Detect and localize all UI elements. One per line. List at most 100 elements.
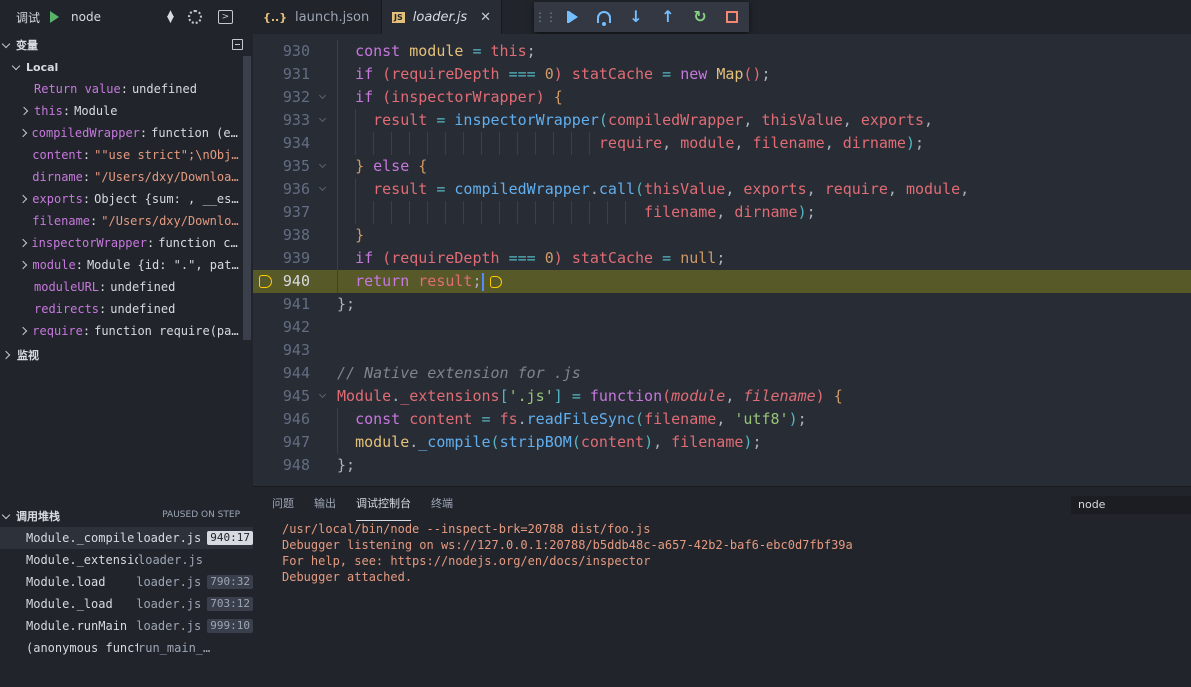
tab-debug-console[interactable]: 调试控制台 xyxy=(356,487,411,521)
variable-row[interactable]: redirects: undefined xyxy=(0,298,243,320)
restart-button[interactable]: ↻ xyxy=(684,2,716,32)
variables-section-header[interactable]: 变量 xyxy=(0,34,253,56)
variable-name: exports xyxy=(32,192,83,206)
paused-status: PAUSED ON STEP xyxy=(162,510,240,520)
call-stack-section-header[interactable]: 调用堆栈 PAUSED ON STEP xyxy=(0,505,253,527)
variables-scrollbar[interactable] xyxy=(243,56,251,340)
variable-row[interactable]: exports:Object {sum: , __esModu… xyxy=(0,188,243,210)
code-line: 945 Module._extensions['.js'] = function(… xyxy=(253,385,1191,408)
start-debugging-icon[interactable] xyxy=(50,11,60,23)
call-stack-title: 调用堆栈 xyxy=(16,510,60,523)
step-over-button[interactable] xyxy=(588,2,620,32)
stack-frame[interactable]: Module.runMain loader.js 999:10 xyxy=(0,615,253,637)
variable-row[interactable]: this: Module xyxy=(0,100,243,122)
restart-icon: ↻ xyxy=(693,7,707,26)
variable-row[interactable]: moduleURL: undefined xyxy=(0,276,243,298)
drag-grip-icon[interactable]: ⋮⋮ xyxy=(534,10,557,24)
code-line: 935 } else { xyxy=(253,155,1191,178)
chevron-right-icon[interactable] xyxy=(18,326,28,336)
variable-row[interactable]: require:function require(path) … xyxy=(0,320,243,342)
variable-row[interactable]: filename:"/Users/dxy/Downloads/… xyxy=(0,210,243,232)
code-line: 941}; xyxy=(253,293,1191,316)
variable-value: undefined xyxy=(110,302,176,316)
code-line: 939 if (requireDepth === 0) statCache = … xyxy=(253,247,1191,270)
step-out-button[interactable]: ↑ xyxy=(652,2,684,32)
line-number: 938 xyxy=(282,226,310,244)
stack-frame[interactable]: Module._compile loader.js 940:17 xyxy=(0,527,253,549)
chevron-down-icon xyxy=(1,39,11,48)
variable-row[interactable]: Return value: undefined xyxy=(0,78,243,100)
chevron-right-icon xyxy=(1,350,11,360)
line-number: 937 xyxy=(282,203,310,221)
console-line: Debugger listening on ws://127.0.0.1:207… xyxy=(282,538,853,552)
continue-button[interactable] xyxy=(556,2,588,32)
local-scope-header[interactable]: Local xyxy=(0,56,253,78)
launch-config-select[interactable]: node xyxy=(71,10,167,24)
frame-file: loader.js xyxy=(136,575,202,589)
console-line: Debugger attached. xyxy=(282,570,413,584)
variable-name: inspectorWrapper xyxy=(31,236,147,250)
frame-function: Module.load xyxy=(26,575,106,589)
inline-breakpoint-icon[interactable] xyxy=(489,275,502,288)
step-into-button[interactable]: ↓ xyxy=(620,2,652,32)
variable-name: this xyxy=(34,104,63,118)
tab-loader-js[interactable]: JS loader.js ✕ xyxy=(382,0,502,34)
variable-value: ""use strict";\nObject.… xyxy=(94,148,243,162)
code-line: 938 } xyxy=(253,224,1191,247)
variable-value: function require(path) … xyxy=(94,324,243,338)
variable-value: Module xyxy=(74,104,118,118)
collapse-all-icon[interactable] xyxy=(232,39,243,50)
tab-problems[interactable]: 问题 xyxy=(272,487,294,521)
tab-launch-json[interactable]: {..} launch.json xyxy=(253,0,382,34)
variable-row[interactable]: inspectorWrapper:function callA… xyxy=(0,232,243,254)
close-icon[interactable]: ✕ xyxy=(480,10,491,25)
line-number: 939 xyxy=(282,249,310,267)
stack-frame[interactable]: (anonymous function)run_main_… xyxy=(0,637,253,659)
local-scope-title: Local xyxy=(26,60,59,74)
continue-icon xyxy=(566,11,578,23)
select-arrows-icon[interactable]: ▲ ▼ xyxy=(167,10,174,25)
variable-row[interactable]: dirname:"/Users/dxy/Downloads/t… xyxy=(0,166,243,188)
tab-terminal[interactable]: 终端 xyxy=(431,487,453,521)
variable-row[interactable]: compiledWrapper:function (expor… xyxy=(0,122,243,144)
frame-position: 703:12 xyxy=(207,597,253,611)
code-editor[interactable]: 930 const module = this; 931 if (require… xyxy=(253,34,1191,486)
variable-row[interactable]: content:""use strict";\nObject.… xyxy=(0,144,243,166)
chevron-right-icon[interactable] xyxy=(18,238,27,248)
stack-frame[interactable]: Module.load loader.js 790:32 xyxy=(0,571,253,593)
json-file-icon: {..} xyxy=(263,10,288,24)
variable-value: Object {sum: , __esModu… xyxy=(94,192,243,206)
variable-value: Module {id: ".", path: "… xyxy=(86,258,243,272)
line-number: 935 xyxy=(282,157,310,175)
step-out-icon: ↑ xyxy=(661,7,675,26)
code-line: 932 if (inspectorWrapper) { xyxy=(253,86,1191,109)
stop-button[interactable] xyxy=(716,2,748,32)
frame-function: (anonymous function) xyxy=(26,641,138,655)
debug-console-icon[interactable]: > xyxy=(217,10,233,24)
chevron-right-icon[interactable] xyxy=(18,128,28,138)
stack-frame[interactable]: Module._extensions..jsloader.js xyxy=(0,549,253,571)
variable-row[interactable]: module:Module {id: ".", path: "… xyxy=(0,254,243,276)
line-number: 940 xyxy=(282,272,310,290)
console-line: /usr/local/bin/node --inspect-brk=20788 … xyxy=(282,522,651,536)
chevron-right-icon[interactable] xyxy=(18,194,28,204)
code-line: 944// Native extension for .js xyxy=(253,362,1191,385)
gear-icon[interactable] xyxy=(187,10,202,24)
variable-name: require xyxy=(32,324,83,338)
tab-label: loader.js xyxy=(412,9,468,25)
line-number: 930 xyxy=(282,42,310,60)
watch-title: 监视 xyxy=(17,349,39,362)
code-line: 947 module._compile(stripBOM(content), f… xyxy=(253,431,1191,454)
code-line: 948}; xyxy=(253,454,1191,477)
line-number: 941 xyxy=(282,295,310,313)
console-filter-input[interactable]: node xyxy=(1071,496,1191,514)
panel-tab-bar: 问题 输出 调试控制台 终端 xyxy=(253,487,1191,521)
variable-name: Return value xyxy=(34,82,121,96)
chevron-down-icon xyxy=(11,61,21,70)
tab-output[interactable]: 输出 xyxy=(314,487,336,521)
chevron-right-icon[interactable] xyxy=(19,106,29,116)
stack-frame[interactable]: Module._load loader.js 703:12 xyxy=(0,593,253,615)
chevron-right-icon[interactable] xyxy=(18,260,28,270)
watch-section-header[interactable]: 监视 xyxy=(0,344,253,366)
frame-function: Module._load xyxy=(26,597,113,611)
